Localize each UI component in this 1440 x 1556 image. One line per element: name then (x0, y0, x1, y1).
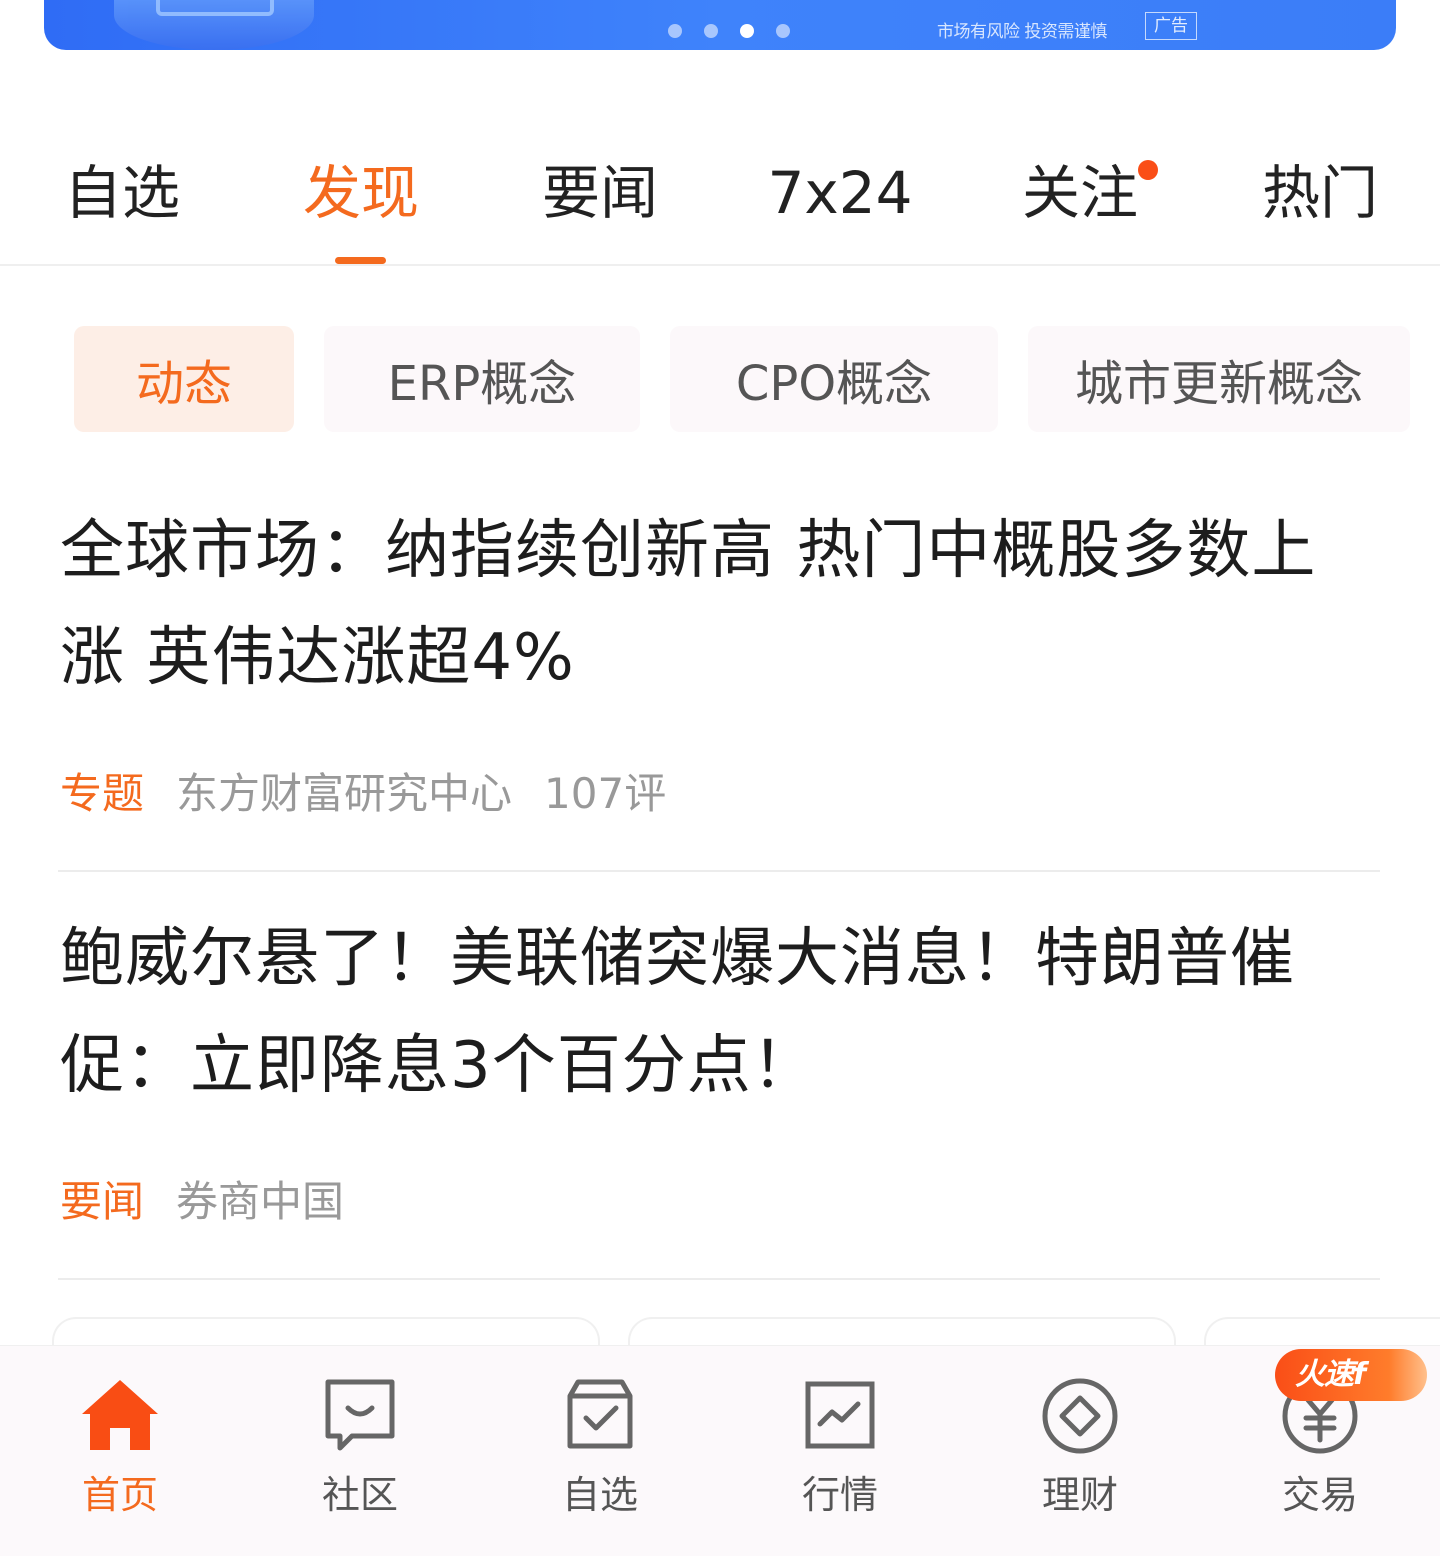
watchlist-check-icon (567, 1379, 633, 1449)
news-item[interactable]: 全球市场：纳指续创新高 热门中概股多数上 涨 英伟达涨超4% 专题 东方财富研究中… (60, 498, 1380, 818)
page-dot (776, 24, 790, 38)
top-tab-bar: 自选 发现 要闻 7x24 关注 热门 (0, 140, 1440, 265)
nav-label: 交易 (1281, 1473, 1358, 1517)
active-tab-indicator (335, 257, 386, 264)
chat-bubble-icon (325, 1379, 395, 1451)
news-title-line: 全球市场：纳指续创新高 热门中概股多数上 (60, 514, 1317, 588)
page-dot-active (740, 24, 754, 38)
nav-label: 行情 (801, 1473, 878, 1517)
comment-count: 107评 (544, 769, 667, 818)
nav-community[interactable]: 社区 (240, 1346, 480, 1556)
market-chart-icon (805, 1381, 875, 1449)
risk-disclaimer: 市场有风险 投资需谨慎 (937, 22, 1107, 42)
news-title-line: 促：立即降息3个百分点！ (60, 1029, 817, 1103)
chip-dynamic[interactable]: 动态 (74, 326, 294, 432)
nav-label: 自选 (561, 1473, 638, 1517)
ad-banner[interactable]: 市场有风险 投资需谨慎 广告 (44, 0, 1396, 50)
divider (58, 1278, 1380, 1280)
page-dot (704, 24, 718, 38)
news-title-line: 涨 英伟达涨超4% (60, 621, 575, 695)
diamond-icon (1042, 1378, 1118, 1454)
news-tag: 专题 (60, 769, 145, 818)
nav-market[interactable]: 行情 (720, 1346, 960, 1556)
divider (58, 870, 1380, 872)
banner-illustration (114, 0, 314, 50)
tab-discover[interactable]: 发现 (303, 160, 419, 226)
nav-home[interactable]: 首页 (0, 1346, 240, 1556)
ad-label: 广告 (1145, 12, 1197, 40)
tab-hot[interactable]: 热门 (1262, 160, 1378, 226)
chip-urban-renewal-concept[interactable]: 城市更新概念 (1028, 326, 1410, 432)
bottom-nav-bar: 首页 社区 自选 行情 理财 交易 (0, 1346, 1440, 1556)
news-title-line: 鲍威尔悬了！美联储突爆大消息！特朗普催 (60, 922, 1295, 996)
trade-promo-badge[interactable]: 火速f (1275, 1349, 1427, 1401)
nav-watchlist[interactable]: 自选 (480, 1346, 720, 1556)
tab-watchlist[interactable]: 自选 (64, 160, 180, 226)
page-dot (668, 24, 682, 38)
nav-wealth[interactable]: 理财 (960, 1346, 1200, 1556)
news-title: 鲍威尔悬了！美联储突爆大消息！特朗普催 促：立即降息3个百分点！ (60, 906, 1380, 1120)
banner-page-indicator (668, 24, 790, 38)
nav-label: 首页 (81, 1473, 158, 1517)
news-meta: 要闻 券商中国 (60, 1168, 376, 1229)
news-meta: 专题 东方财富研究中心 107评 (60, 760, 666, 821)
notification-dot (1138, 160, 1158, 180)
news-tag: 要闻 (60, 1177, 145, 1226)
tab-news[interactable]: 要闻 (542, 160, 658, 226)
news-title: 全球市场：纳指续创新高 热门中概股多数上 涨 英伟达涨超4% (60, 498, 1380, 712)
chip-cpo-concept[interactable]: CPO概念 (670, 326, 998, 432)
tab-following[interactable]: 关注 (1022, 160, 1138, 226)
tab-7x24[interactable]: 7x24 (767, 160, 912, 226)
topic-chip-bar: 动态 ERP概念 CPO概念 城市更新概念 (0, 326, 1440, 432)
nav-label: 社区 (321, 1473, 398, 1517)
chip-erp-concept[interactable]: ERP概念 (324, 326, 640, 432)
news-source: 东方财富研究中心 (176, 769, 513, 818)
news-source: 券商中国 (176, 1177, 345, 1226)
home-icon (82, 1380, 158, 1450)
news-item[interactable]: 鲍威尔悬了！美联储突爆大消息！特朗普催 促：立即降息3个百分点！ 要闻 券商中国 (60, 906, 1380, 1226)
divider (0, 264, 1440, 266)
nav-label: 理财 (1041, 1473, 1118, 1517)
